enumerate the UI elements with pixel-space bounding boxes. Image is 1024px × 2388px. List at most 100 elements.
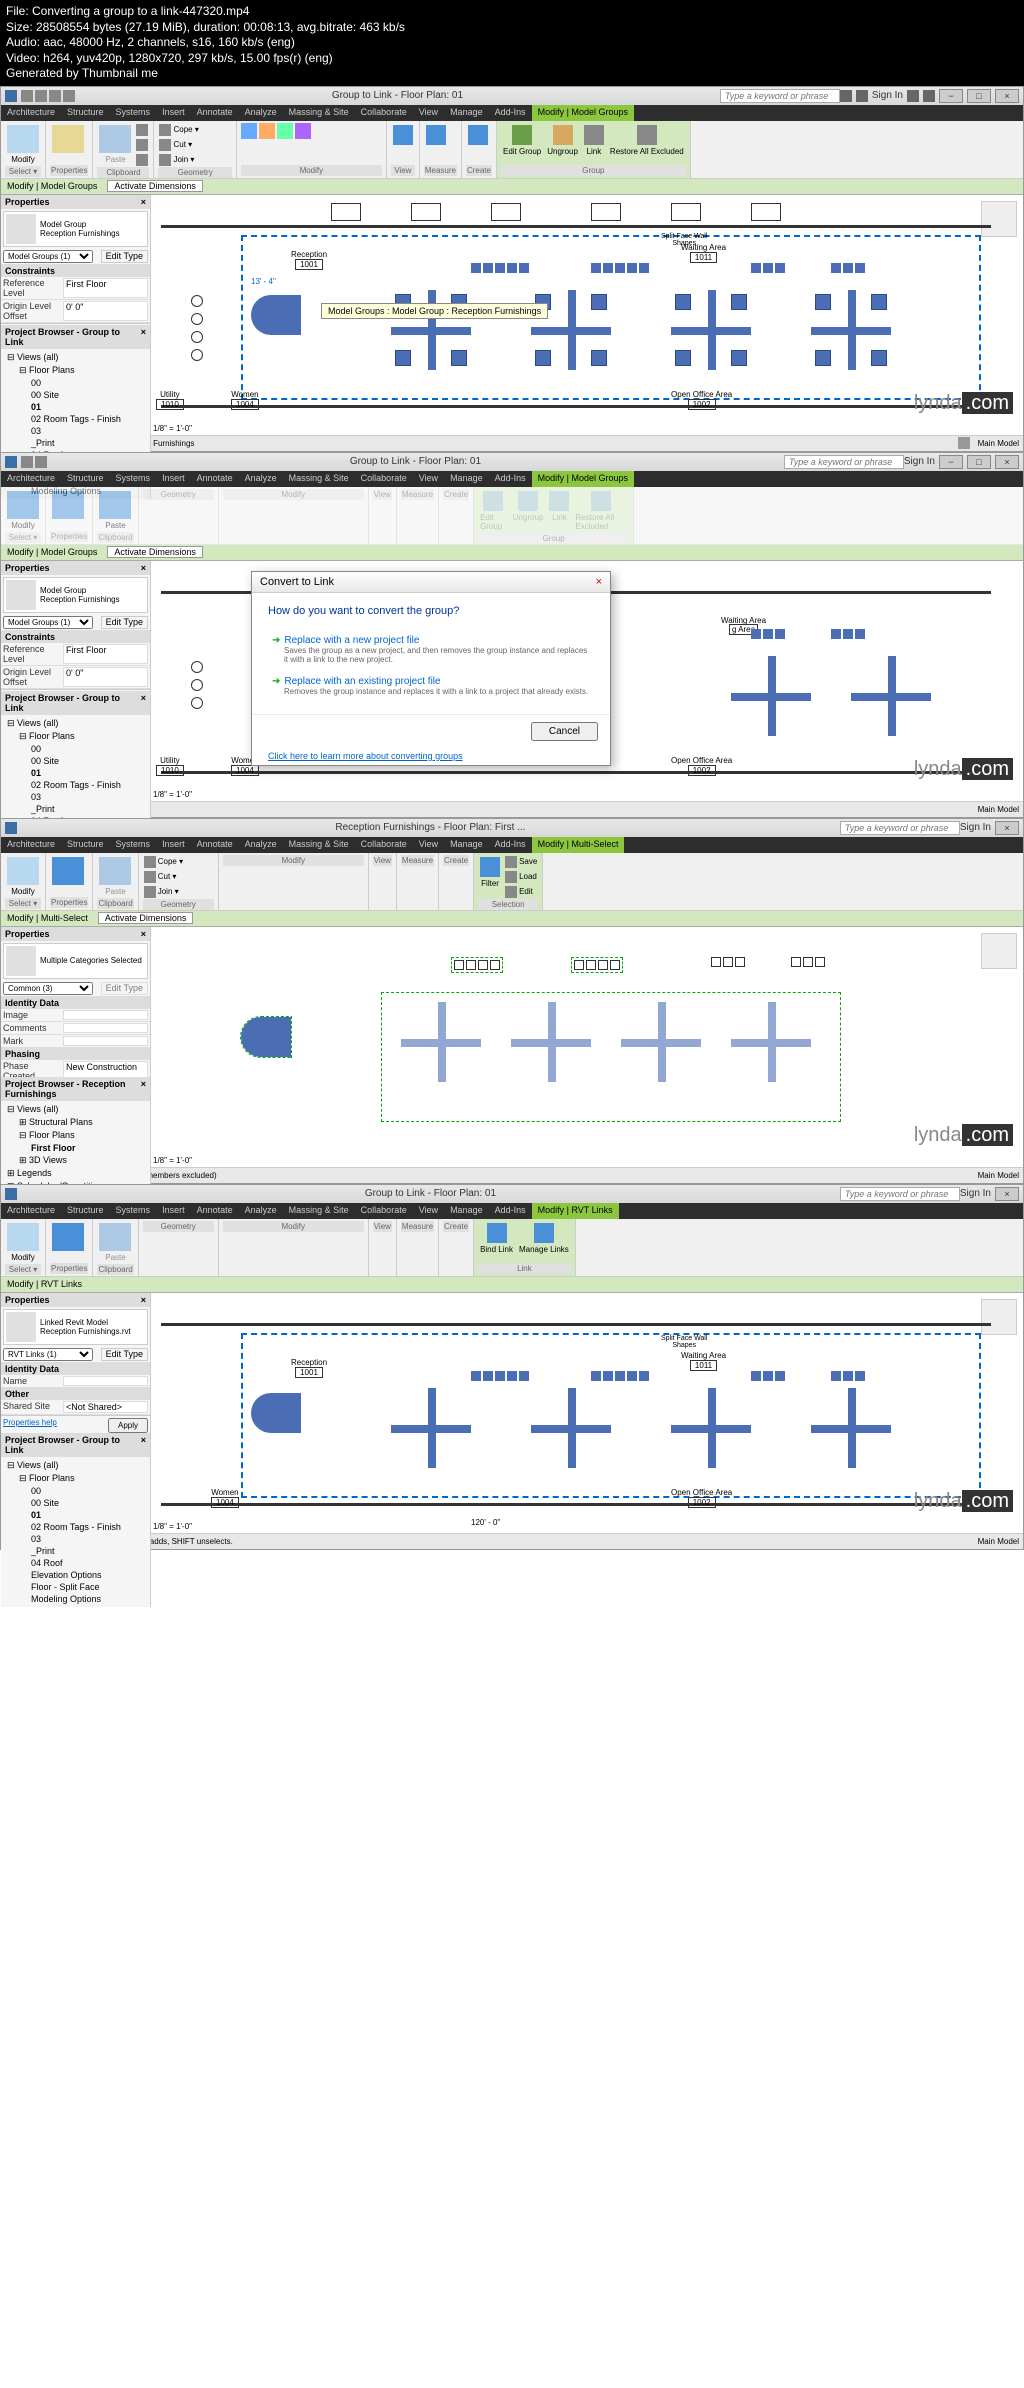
tab-structure[interactable]: Structure — [61, 105, 110, 121]
close-icon[interactable]: × — [141, 563, 146, 573]
tab-modify[interactable]: Modify | Model Groups — [532, 105, 634, 121]
create-button[interactable] — [466, 123, 490, 149]
constraints-section[interactable]: Constraints — [1, 265, 150, 277]
option-new-file[interactable]: ➔Replace with a new project fileSaves th… — [268, 629, 594, 670]
learn-more-link[interactable]: Click here to learn more about convertin… — [252, 747, 610, 765]
edit-type-button[interactable]: Edit Type — [101, 250, 148, 263]
tab-view[interactable]: View — [413, 105, 444, 121]
tab-systems[interactable]: Systems — [110, 105, 157, 121]
tab-insert[interactable]: Insert — [156, 105, 191, 121]
nav-cube[interactable] — [981, 1299, 1017, 1335]
tab-view[interactable]: View — [413, 471, 444, 487]
search-input[interactable] — [720, 89, 840, 103]
match-icon[interactable] — [136, 154, 148, 166]
exchange-icon[interactable] — [907, 90, 919, 102]
close-icon[interactable]: × — [141, 197, 146, 207]
tree-item[interactable]: 00 — [3, 377, 148, 389]
category-selector[interactable]: Model Groups (1) — [3, 250, 93, 263]
origin-field[interactable]: 0' 0" — [63, 301, 148, 321]
tab-manage[interactable]: Manage — [444, 471, 489, 487]
minimize-button[interactable]: − — [939, 455, 963, 469]
tab-analyze[interactable]: Analyze — [239, 471, 283, 487]
tree-item[interactable]: 02 Room Tags - Finish — [3, 413, 148, 425]
copy-icon[interactable] — [136, 139, 148, 151]
tree-item[interactable]: 00 Site — [3, 389, 148, 401]
close-button[interactable]: × — [995, 89, 1019, 103]
cut-icon[interactable] — [136, 124, 148, 136]
type-selector[interactable]: Model Group Reception Furnishings — [3, 211, 148, 247]
tab-manage[interactable]: Manage — [444, 105, 489, 121]
load-sel-button[interactable]: Load — [504, 870, 538, 884]
tab-collaborate[interactable]: Collaborate — [355, 105, 413, 121]
tab-architecture[interactable]: Architecture — [1, 471, 61, 487]
qat-icon[interactable] — [35, 456, 47, 468]
drawing-canvas[interactable]: Utility1010 Women1004 Open Office Area10… — [151, 561, 1023, 801]
nav-cube[interactable] — [981, 933, 1017, 969]
close-button[interactable]: × — [995, 1187, 1019, 1201]
rotate-icon[interactable] — [259, 123, 275, 139]
tab-structure[interactable]: Structure — [61, 471, 110, 487]
tab-systems[interactable]: Systems — [110, 471, 157, 487]
tab-massing[interactable]: Massing & Site — [283, 105, 355, 121]
signin-link[interactable]: Sign In — [872, 90, 903, 101]
tab-architecture[interactable]: Architecture — [1, 105, 61, 121]
cancel-button[interactable]: Cancel — [531, 722, 598, 741]
tree-item[interactable]: _Print — [3, 437, 148, 449]
close-button[interactable]: × — [995, 455, 1019, 469]
star-icon[interactable] — [856, 90, 868, 102]
filter-button[interactable]: Filter — [478, 855, 502, 890]
maximize-button[interactable]: □ — [967, 455, 991, 469]
signin-link[interactable]: Sign In — [904, 456, 935, 467]
tab-addins[interactable]: Add-Ins — [489, 471, 532, 487]
search-input[interactable] — [784, 455, 904, 469]
qat-icon[interactable] — [21, 456, 33, 468]
qat-undo-icon[interactable] — [49, 90, 61, 102]
sub-icon[interactable] — [840, 90, 852, 102]
properties-button[interactable] — [50, 123, 86, 157]
tab-modify[interactable]: Modify | Model Groups — [532, 471, 634, 487]
mirror-icon[interactable] — [277, 123, 293, 139]
tab-annotate[interactable]: Annotate — [191, 105, 239, 121]
ref-level-field[interactable]: First Floor — [63, 278, 148, 298]
manage-links-button[interactable]: Manage Links — [517, 1221, 571, 1256]
maximize-button[interactable]: □ — [967, 89, 991, 103]
join-button[interactable]: Join ▾ — [158, 153, 199, 167]
tree-item[interactable]: 03 — [3, 425, 148, 437]
tab-massing[interactable]: Massing & Site — [283, 471, 355, 487]
bind-link-button[interactable]: Bind Link — [478, 1221, 515, 1256]
view-button[interactable] — [391, 123, 415, 149]
qat-redo-icon[interactable] — [63, 90, 75, 102]
tab-collaborate[interactable]: Collaborate — [355, 471, 413, 487]
tab-insert[interactable]: Insert — [156, 471, 191, 487]
sb-icon[interactable] — [958, 437, 970, 449]
modify-button[interactable]: Modify — [5, 123, 41, 166]
measure-button[interactable] — [424, 123, 448, 149]
option-existing-file[interactable]: ➔Replace with an existing project fileRe… — [268, 670, 594, 702]
minimize-button[interactable]: − — [939, 89, 963, 103]
trim-icon[interactable] — [295, 123, 311, 139]
cope-button[interactable]: Cope ▾ — [158, 123, 199, 137]
search-input[interactable] — [840, 821, 960, 835]
restore-button[interactable]: Restore All Excluded — [608, 123, 686, 158]
drawing-canvas[interactable]: 1/8" = 1'-0" lynda.com — [151, 927, 1023, 1167]
activate-dims-button[interactable]: Activate Dimensions — [107, 180, 203, 192]
view-controls[interactable]: 1/8" = 1'-0" — [153, 424, 192, 433]
tab-analyze[interactable]: Analyze — [239, 105, 283, 121]
signin-link[interactable]: Sign In — [960, 1188, 991, 1199]
edit-group-button[interactable]: Edit Group — [501, 123, 543, 158]
help-icon[interactable] — [923, 90, 935, 102]
qat-save-icon[interactable] — [35, 90, 47, 102]
search-input[interactable] — [840, 1187, 960, 1201]
link-button[interactable]: Link — [582, 123, 606, 158]
paste-button[interactable]: Paste — [97, 123, 133, 166]
drawing-canvas[interactable]: Reception1001 Waiting Area1011 Split Fac… — [151, 195, 1023, 435]
nav-cube[interactable] — [981, 201, 1017, 237]
edit-sel-button[interactable]: Edit — [504, 885, 538, 899]
close-button[interactable]: × — [995, 821, 1019, 835]
activate-dims-button[interactable]: Activate Dimensions — [107, 546, 203, 558]
tree-item[interactable]: 01 — [3, 401, 148, 413]
cut-geom-button[interactable]: Cut ▾ — [158, 138, 199, 152]
move-icon[interactable] — [241, 123, 257, 139]
tab-annotate[interactable]: Annotate — [191, 471, 239, 487]
save-sel-button[interactable]: Save — [504, 855, 538, 869]
